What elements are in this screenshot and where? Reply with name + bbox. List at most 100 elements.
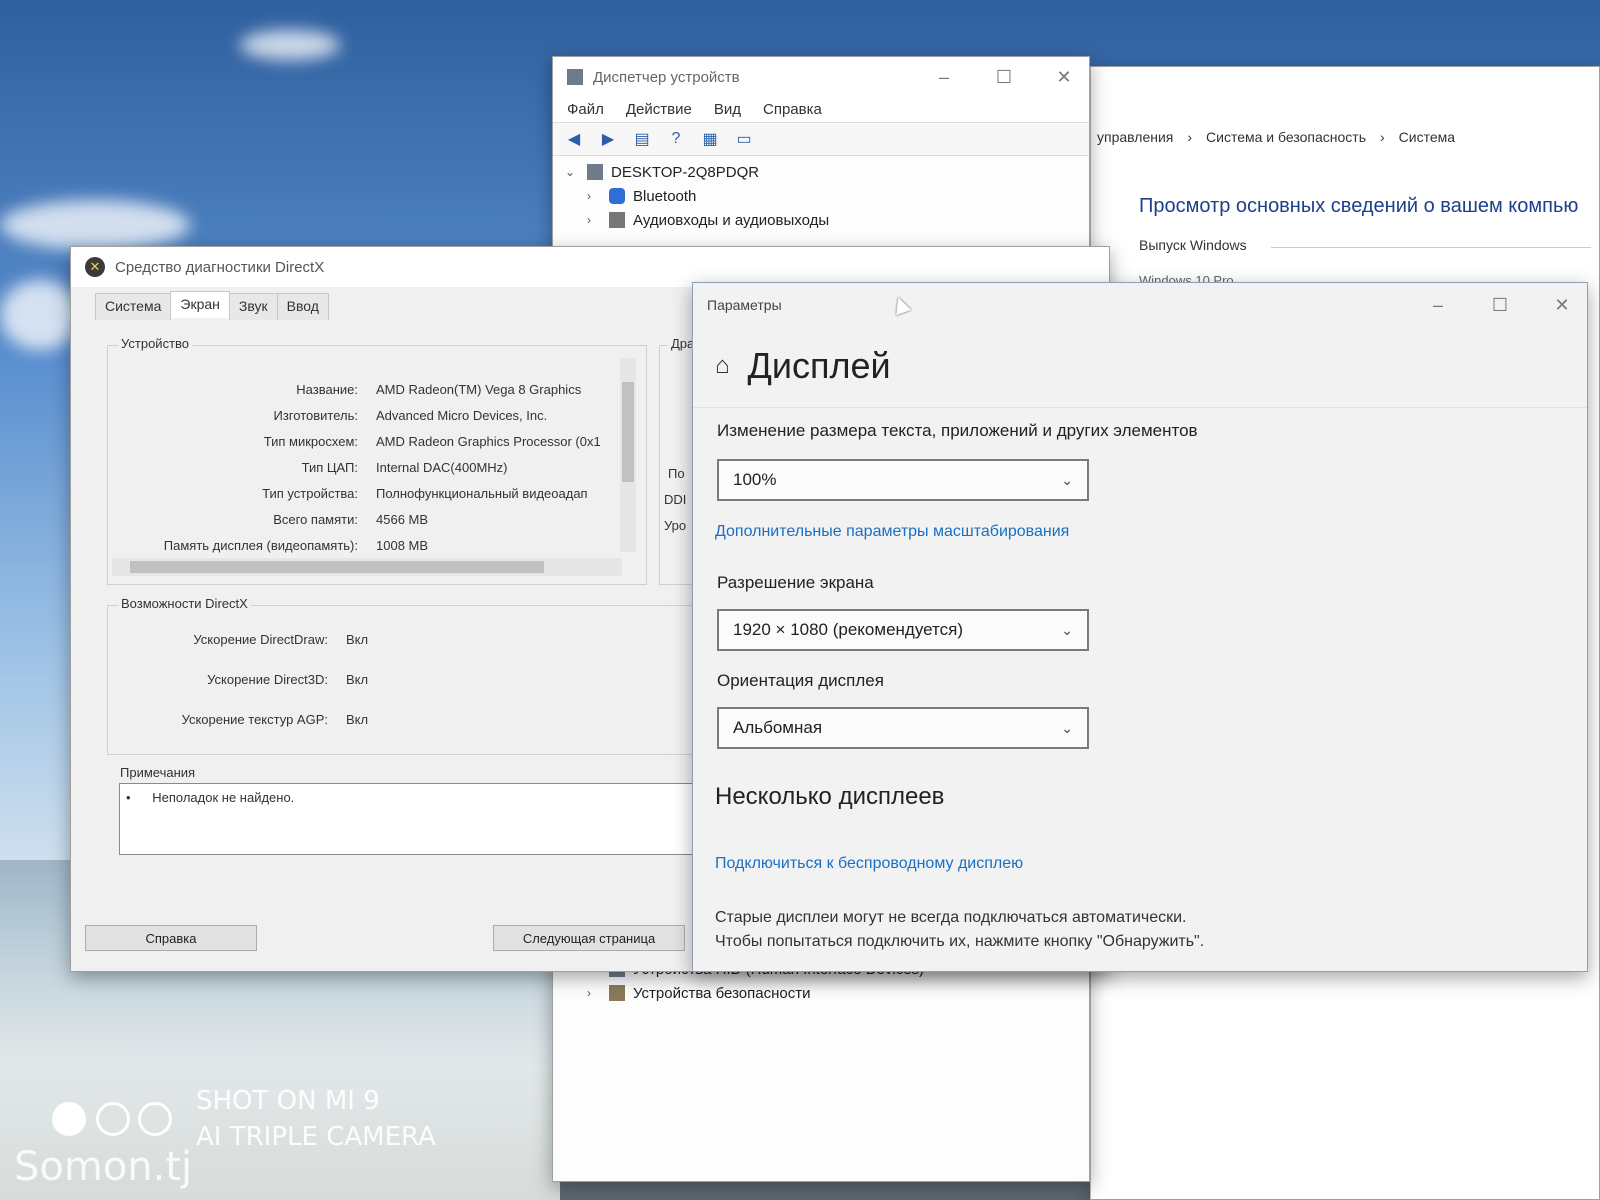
window-title: Параметры — [707, 297, 782, 313]
speaker-icon — [609, 212, 625, 228]
menu-help[interactable]: Справка — [763, 101, 822, 118]
update-driver-icon[interactable]: ▦ — [699, 129, 721, 149]
camera-watermark: SHOT ON MI 9 — [196, 1086, 380, 1116]
directx-icon: ✕ — [85, 257, 105, 277]
orientation-label: Ориентация дисплея — [717, 671, 884, 690]
agp-row: Ускорение текстур AGP: Вкл — [181, 712, 369, 727]
tree-root[interactable]: ⌄ DESKTOP-2Q8PDQR — [553, 160, 1089, 184]
cloud — [240, 30, 340, 60]
next-page-button[interactable]: Следующая страница — [493, 925, 685, 951]
dac-type-row: Тип ЦАП: Internal DAC(400MHz) — [301, 460, 508, 475]
menu-file[interactable]: Файл — [567, 101, 604, 118]
driver-row: Уро — [664, 518, 687, 533]
tab-strip: Система Экран Звук Ввод — [95, 291, 329, 320]
settings-window: Параметры – ☐ ✕ ⌂ Дисплей Изменение разм… — [692, 282, 1588, 972]
group-label: Устройство — [118, 336, 193, 351]
window-title: Средство диагностики DirectX — [115, 258, 325, 276]
driver-row: По — [668, 466, 685, 481]
notes-label: Примечания — [117, 765, 199, 780]
dropdown-value: Альбомная — [733, 718, 823, 737]
breadcrumb-separator-icon: › — [1380, 129, 1385, 145]
cloud — [0, 280, 80, 350]
total-memory-row: Всего памяти: 4566 MB — [273, 512, 429, 527]
minimize-button[interactable]: – — [1427, 295, 1449, 316]
computer-icon — [587, 164, 603, 180]
tree-item-audio[interactable]: › Аудиовходы и аудиовыходы — [553, 208, 1089, 232]
forward-arrow-icon[interactable]: ▶ — [597, 129, 619, 149]
scale-label: Изменение размера текста, приложений и д… — [717, 421, 1198, 440]
multiple-displays-heading: Несколько дисплеев — [715, 783, 945, 810]
chip-type-row: Тип микросхем: AMD Radeon Graphics Proces… — [263, 434, 601, 449]
notes-box: • Неполадок не найдено. — [119, 783, 719, 855]
tree-label: Bluetooth — [633, 187, 697, 205]
chevron-down-icon: ⌄ — [1061, 719, 1073, 736]
close-button[interactable]: ✕ — [1551, 295, 1573, 316]
maximize-button[interactable]: ☐ — [993, 67, 1015, 88]
menu-bar: Файл Действие Вид Справка — [553, 97, 1089, 122]
breadcrumb-item[interactable]: Система — [1399, 129, 1455, 145]
help-button[interactable]: Справка — [85, 925, 257, 951]
device-type-row: Тип устройства: Полнофункциональный видео… — [262, 486, 588, 501]
tab-display[interactable]: Экран — [170, 291, 230, 318]
menu-view[interactable]: Вид — [714, 101, 741, 118]
maximize-button[interactable]: ☐ — [1489, 295, 1511, 316]
back-arrow-icon[interactable]: ◀ — [563, 129, 585, 149]
tab-sound[interactable]: Звук — [228, 293, 278, 320]
vertical-scrollbar[interactable] — [620, 358, 636, 552]
bullet-icon: • — [126, 790, 131, 805]
device-group: Устройство Название: AMD Radeon(TM) Vega … — [107, 336, 647, 585]
driver-row: DDI — [664, 492, 687, 507]
scrollbar-thumb[interactable] — [130, 561, 544, 573]
wireless-display-link[interactable]: Подключиться к беспроводному дисплею — [715, 855, 1023, 873]
menu-action[interactable]: Действие — [626, 101, 692, 118]
device-tree: ⌄ DESKTOP-2Q8PDQR › Bluetooth › Аудиовхо… — [553, 156, 1089, 232]
scrollbar-thumb[interactable] — [622, 382, 634, 482]
breadcrumb-item[interactable]: управления — [1097, 129, 1173, 145]
breadcrumb-item[interactable]: Система и безопасность — [1206, 129, 1366, 145]
chevron-down-icon[interactable]: ⌄ — [565, 165, 579, 179]
orientation-dropdown[interactable]: Альбомная ⌄ — [717, 707, 1089, 749]
tree-label: Аудиовходы и аудиовыходы — [633, 211, 830, 229]
minimize-button[interactable]: – — [933, 67, 955, 88]
page-title: Просмотр основных сведений о вашем компь… — [1139, 195, 1579, 217]
directx-features-group: Возможности DirectX Ускорение DirectDraw… — [107, 596, 719, 755]
notes-item: • Неполадок не найдено. — [126, 790, 295, 805]
lens-dot-icon — [138, 1102, 172, 1136]
advanced-scaling-link[interactable]: Дополнительные параметры масштабирования — [715, 523, 1069, 541]
divider — [1271, 247, 1591, 248]
display-memory-row: Память дисплея (видеопамять): 1008 MB — [163, 538, 429, 553]
chevron-right-icon[interactable]: › — [587, 189, 601, 203]
section-label: Выпуск Windows — [1139, 237, 1247, 253]
monitor-icon[interactable]: ▭ — [733, 129, 755, 149]
dropdown-value: 1920 × 1080 (рекомендуется) — [733, 620, 963, 639]
tree-label: DESKTOP-2Q8PDQR — [611, 163, 760, 181]
tab-input[interactable]: Ввод — [276, 293, 329, 320]
tree-item-bluetooth[interactable]: › Bluetooth — [553, 184, 1089, 208]
hint-text: Чтобы попытаться подключить их, нажмите … — [715, 933, 1205, 950]
security-device-icon — [609, 985, 625, 1001]
tree-item-security[interactable]: › Устройства безопасности — [553, 981, 1089, 1005]
window-title: Диспетчер устройств — [593, 68, 740, 86]
device-name-row: Название: AMD Radeon(TM) Vega 8 Graphics — [296, 382, 582, 397]
titlebar: ✕ Средство диагностики DirectX — [71, 247, 1109, 287]
scale-dropdown[interactable]: 100% ⌄ — [717, 459, 1089, 501]
toolbar: ◀ ▶ ▤ ? ▦ ▭ — [553, 122, 1089, 156]
help-icon[interactable]: ? — [665, 129, 687, 149]
site-watermark: Somon.tj — [14, 1144, 193, 1190]
tree-label: Устройства безопасности — [633, 984, 811, 1002]
properties-icon[interactable]: ▤ — [631, 129, 653, 149]
bluetooth-icon — [609, 188, 625, 204]
resolution-dropdown[interactable]: 1920 × 1080 (рекомендуется) ⌄ — [717, 609, 1089, 651]
close-button[interactable]: ✕ — [1053, 67, 1075, 88]
chevron-right-icon[interactable]: › — [587, 986, 601, 1000]
manufacturer-row: Изготовитель: Advanced Micro Devices, Inc… — [273, 408, 548, 423]
resolution-label: Разрешение экрана — [717, 573, 874, 592]
chevron-right-icon[interactable]: › — [587, 213, 601, 227]
chevron-down-icon: ⌄ — [1061, 471, 1073, 488]
tab-system[interactable]: Система — [95, 293, 172, 320]
page-title: Дисплей — [747, 345, 891, 386]
lens-dot-icon — [52, 1102, 86, 1136]
horizontal-scrollbar[interactable] — [112, 558, 622, 576]
page-header: ⌂ Дисплей — [715, 345, 891, 387]
home-icon[interactable]: ⌂ — [715, 352, 730, 380]
